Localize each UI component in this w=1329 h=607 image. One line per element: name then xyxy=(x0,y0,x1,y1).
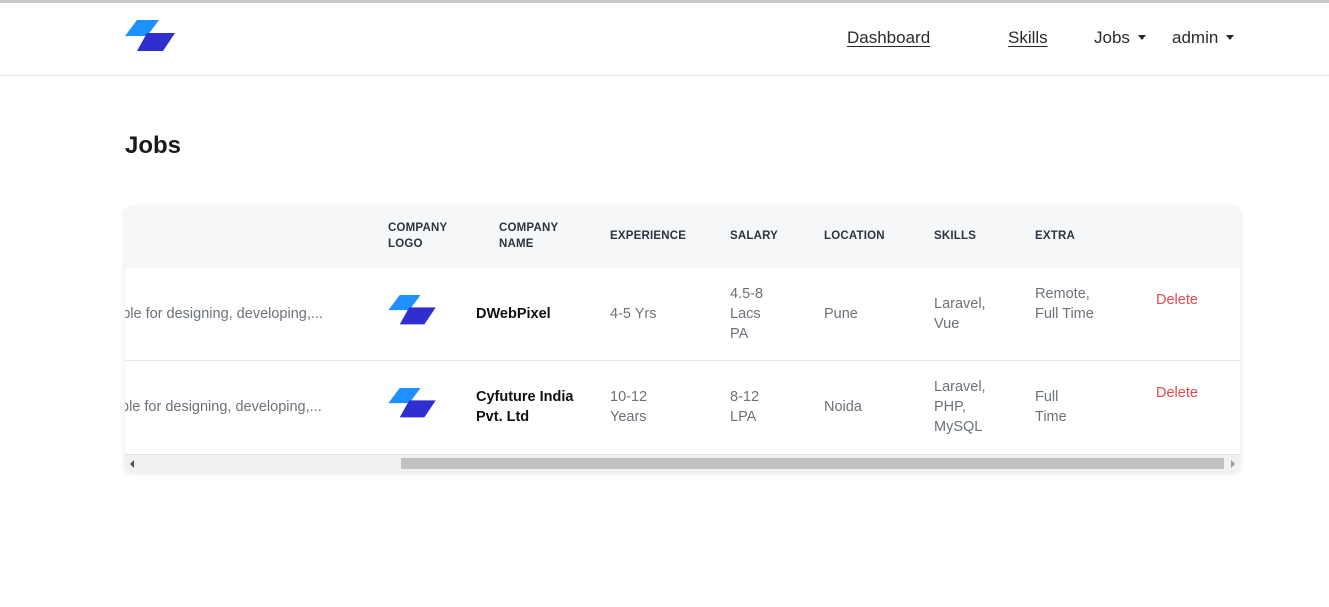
header-skills: SKILLS xyxy=(934,230,977,242)
extra: Full Time xyxy=(1035,389,1067,425)
horizontal-scrollbar[interactable] xyxy=(125,454,1240,471)
chevron-down-icon xyxy=(1226,35,1235,40)
scroll-right-arrow-icon[interactable] xyxy=(1231,460,1235,468)
company-logo-icon xyxy=(388,388,436,418)
header-company-logo: COMPANY LOGO xyxy=(388,222,448,250)
company-name: Cyfuture India Pvt. Ltd xyxy=(476,389,574,425)
nav-dropdown-jobs[interactable]: Jobs xyxy=(1094,28,1146,48)
brand-logo-icon[interactable] xyxy=(125,20,177,58)
job-description: ible for designing, developing,... xyxy=(125,306,323,322)
table-header: COMPANY LOGO COMPANY NAME EXPERIENCE SAL… xyxy=(125,206,1240,268)
header-company-name: COMPANY NAME xyxy=(499,222,559,250)
header-experience: EXPERIENCE xyxy=(610,230,687,242)
scroll-left-arrow-icon[interactable] xyxy=(130,460,134,468)
company-logo-icon xyxy=(388,295,436,325)
jobs-table-card: COMPANY LOGO COMPANY NAME EXPERIENCE SAL… xyxy=(125,206,1240,471)
table-row: ble for designing, developing,... Cyfutu… xyxy=(125,361,1240,454)
company-name: DWebPixel xyxy=(476,306,551,322)
nav-dropdown-jobs-label: Jobs xyxy=(1094,28,1130,47)
delete-button[interactable]: Delete xyxy=(1156,383,1198,403)
scrollbar-thumb[interactable] xyxy=(401,458,1224,469)
delete-button[interactable]: Delete xyxy=(1156,290,1198,310)
header-location: LOCATION xyxy=(824,230,885,242)
page-title: Jobs xyxy=(125,132,182,159)
location: Pune xyxy=(824,306,858,322)
extra: Remote, Full Time xyxy=(1035,286,1094,322)
skills: Laravel, Vue xyxy=(934,296,986,332)
header-extra: EXTRA xyxy=(1035,230,1075,242)
nav-dropdown-admin-label: admin xyxy=(1172,28,1219,47)
chevron-down-icon xyxy=(1137,35,1146,40)
nav-dropdown-admin[interactable]: admin xyxy=(1172,28,1235,48)
salary: 4.5-8 Lacs PA xyxy=(730,286,764,342)
salary: 8-12 LPA xyxy=(730,389,760,425)
header-salary: SALARY xyxy=(730,230,779,242)
experience: 10-12 Years xyxy=(610,389,648,425)
job-description: ble for designing, developing,... xyxy=(125,399,322,415)
skills: Laravel, PHP, MySQL xyxy=(934,379,986,435)
location: Noida xyxy=(824,399,862,415)
nav-link-skills[interactable]: Skills xyxy=(1008,28,1048,48)
experience: 4-5 Yrs xyxy=(610,306,657,322)
top-navbar: Dashboard Skills Jobs admin xyxy=(0,3,1329,76)
table-row: ible for designing, developing,... DWebP… xyxy=(125,268,1240,361)
nav-link-dashboard[interactable]: Dashboard xyxy=(847,28,930,48)
